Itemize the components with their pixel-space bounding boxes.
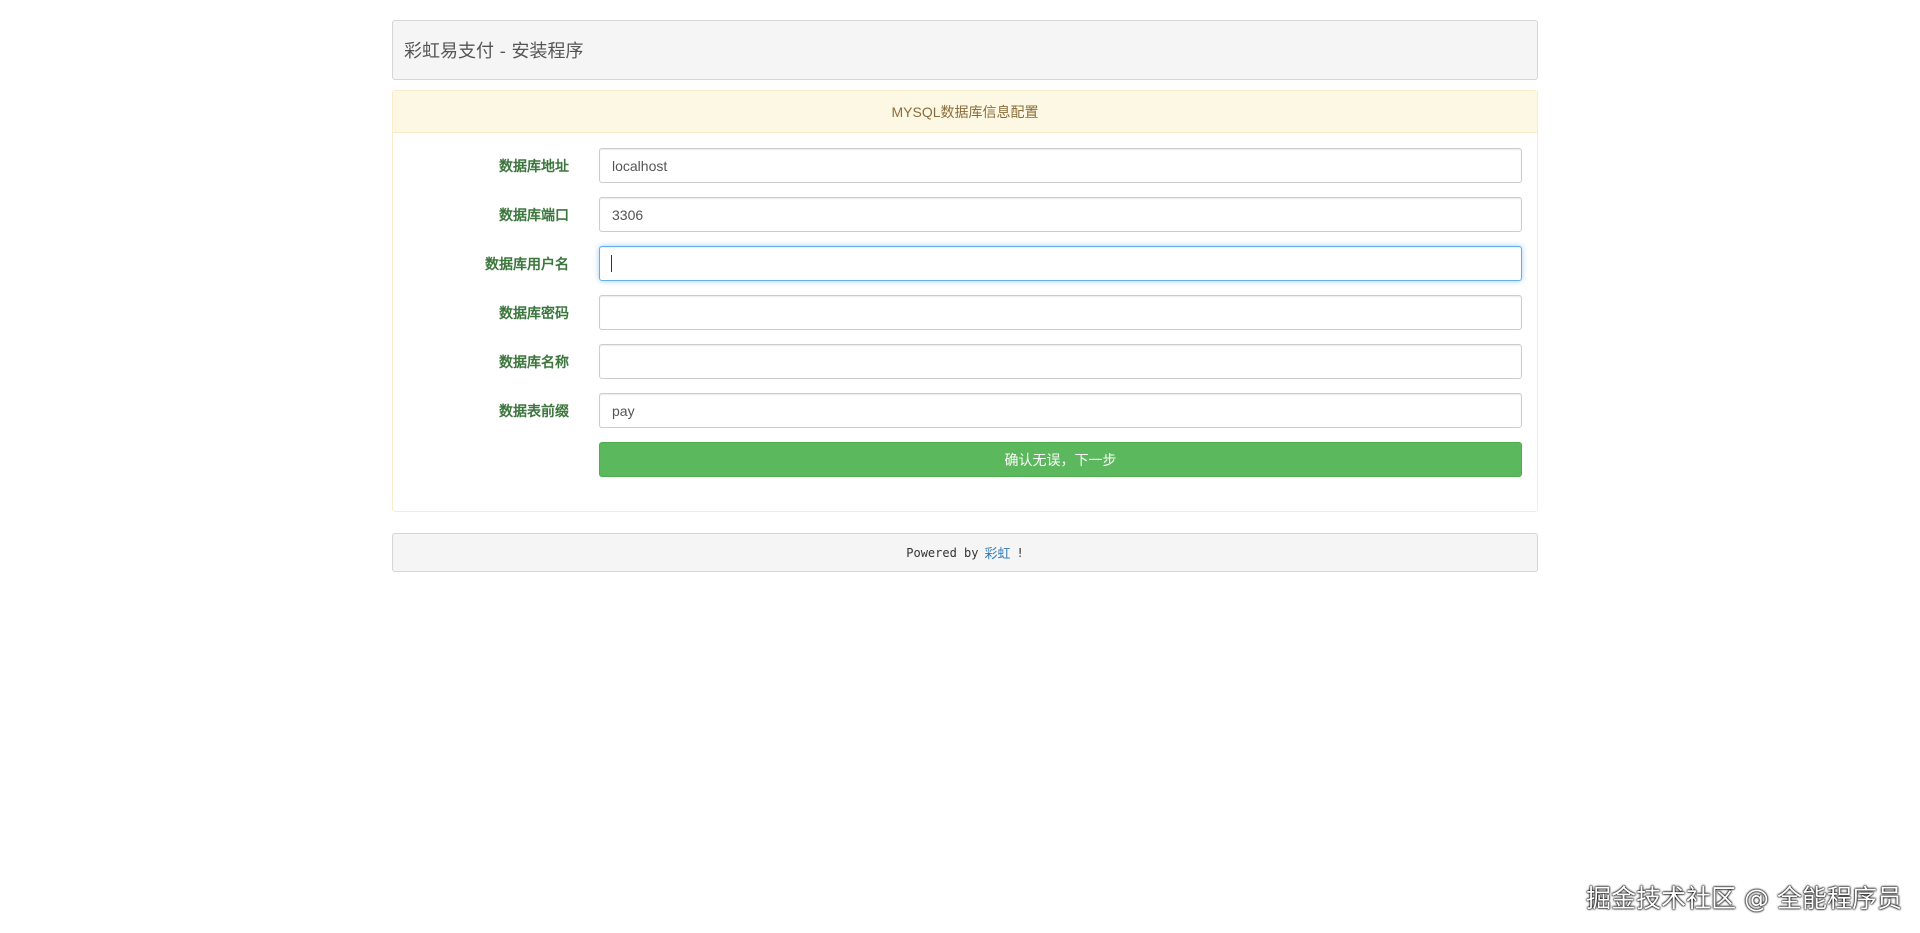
- page-title-bar: 彩虹易支付 - 安装程序: [392, 20, 1538, 80]
- footer-link[interactable]: 彩虹: [985, 543, 1011, 562]
- text-caret: [611, 255, 612, 272]
- next-step-button[interactable]: 确认无误，下一步: [599, 442, 1522, 477]
- install-container: 彩虹易支付 - 安装程序 MYSQL数据库信息配置 数据库地址 数据库端口 数据…: [392, 20, 1538, 572]
- table-prefix-label: 数据表前缀: [499, 402, 569, 419]
- db-name-input[interactable]: [599, 344, 1522, 379]
- db-config-form: 数据库地址 数据库端口 数据库用户名 数据库密码: [393, 133, 1537, 477]
- form-row-db-user: 数据库用户名: [393, 246, 1522, 281]
- db-password-input[interactable]: [599, 295, 1522, 330]
- form-row-submit: 确认无误，下一步: [393, 442, 1522, 477]
- db-password-label: 数据库密码: [499, 304, 569, 321]
- db-port-input[interactable]: [599, 197, 1522, 232]
- page-title: 彩虹易支付 - 安装程序: [404, 41, 584, 62]
- form-row-db-host: 数据库地址: [393, 148, 1522, 183]
- footer-suffix: !: [1016, 545, 1024, 560]
- watermark: 掘金技术社区 @ 全能程序员: [1586, 884, 1902, 913]
- db-host-label: 数据库地址: [499, 157, 569, 174]
- footer: Powered by 彩虹 !: [392, 533, 1538, 572]
- db-name-label: 数据库名称: [499, 353, 569, 370]
- form-row-db-password: 数据库密码: [393, 295, 1522, 330]
- panel-heading-text: MYSQL数据库信息配置: [891, 103, 1039, 120]
- panel-heading: MYSQL数据库信息配置: [393, 91, 1537, 133]
- form-row-db-name: 数据库名称: [393, 344, 1522, 379]
- table-prefix-input[interactable]: [599, 393, 1522, 428]
- db-port-label: 数据库端口: [499, 206, 569, 223]
- db-config-panel: MYSQL数据库信息配置 数据库地址 数据库端口 数据库用户名: [392, 90, 1538, 512]
- db-user-input[interactable]: [599, 246, 1522, 281]
- db-host-input[interactable]: [599, 148, 1522, 183]
- form-row-table-prefix: 数据表前缀: [393, 393, 1522, 428]
- db-user-label: 数据库用户名: [485, 255, 569, 272]
- footer-prefix: Powered by: [906, 545, 979, 560]
- form-row-db-port: 数据库端口: [393, 197, 1522, 232]
